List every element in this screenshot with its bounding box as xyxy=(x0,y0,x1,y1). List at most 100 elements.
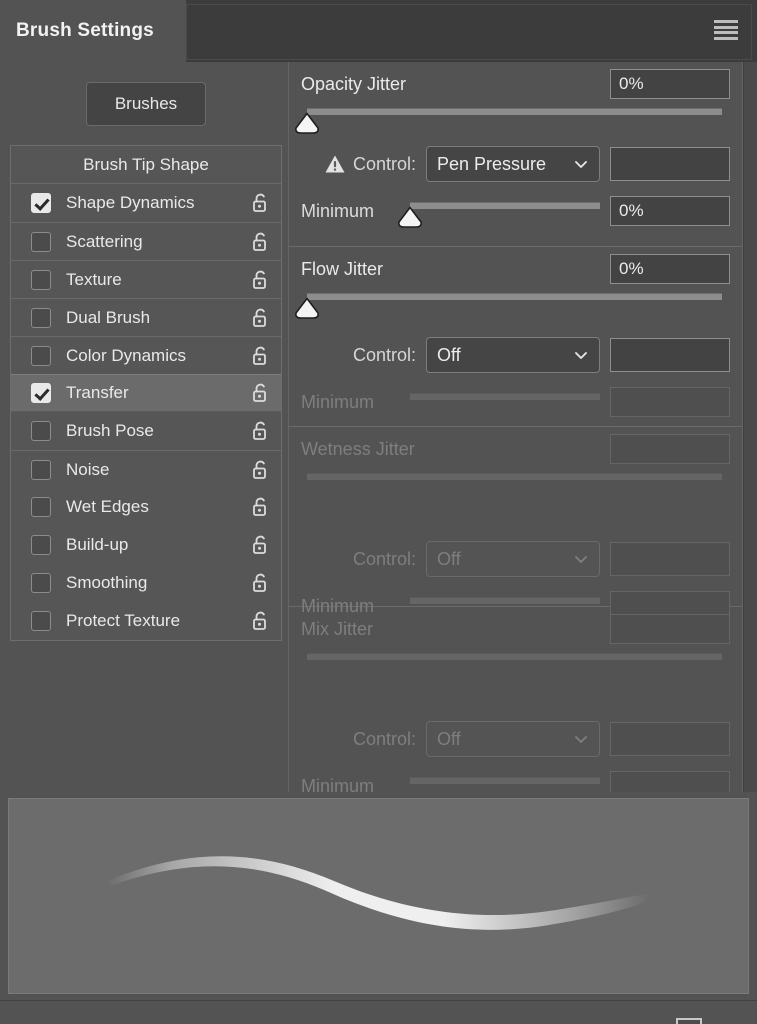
opacity-minimum-label: Minimum xyxy=(301,200,375,221)
list-item-label: Build-up xyxy=(66,535,129,554)
tab-brush-settings-label: Brush Settings xyxy=(16,20,154,41)
list-item-label: Protect Texture xyxy=(66,611,181,630)
list-item-label: Transfer xyxy=(66,383,129,402)
list-item-texture[interactable]: Texture xyxy=(11,260,281,298)
list-item-noise[interactable]: Noise xyxy=(11,450,281,488)
opacity-minimum-field[interactable]: 0% xyxy=(610,196,730,226)
checkbox-build-up[interactable] xyxy=(31,535,51,555)
flow-control-dropdown[interactable]: Off xyxy=(426,337,600,373)
unlock-icon[interactable] xyxy=(251,269,271,291)
unlock-icon[interactable] xyxy=(251,345,271,367)
checkbox-dual-brush[interactable] xyxy=(31,307,51,328)
unlock-icon[interactable] xyxy=(251,534,271,556)
panel-footer xyxy=(0,1000,757,1024)
checkbox-color-dynamics[interactable] xyxy=(31,345,51,366)
unlock-icon[interactable] xyxy=(251,382,271,404)
unlock-icon[interactable] xyxy=(251,459,271,481)
warning-triangle-icon xyxy=(324,154,346,174)
list-item-build-up[interactable]: Build-up xyxy=(11,526,281,564)
opacity-title-row: Opacity Jitter 0% xyxy=(301,62,730,106)
hamburger-line xyxy=(714,36,738,40)
opacity-control-value: Pen Pressure xyxy=(437,153,547,174)
section-mix-jitter: Mix Jitter Control: Off Minimum xyxy=(289,607,742,801)
checkbox-texture[interactable] xyxy=(31,269,51,290)
list-item-label: Texture xyxy=(66,269,122,289)
checkbox-transfer[interactable] xyxy=(31,383,51,403)
unlock-icon[interactable] xyxy=(251,231,271,253)
list-item-label: Brush Pose xyxy=(66,421,154,440)
brushes-button[interactable]: Brushes xyxy=(86,82,206,126)
flow-minimum-field[interactable] xyxy=(610,387,730,417)
mix-jitter-value-field[interactable] xyxy=(610,614,730,644)
flow-minimum-track[interactable] xyxy=(410,393,601,400)
wetness-minimum-track[interactable] xyxy=(410,597,601,604)
checkbox-smoothing[interactable] xyxy=(31,573,51,593)
unlock-icon[interactable] xyxy=(251,307,271,329)
mix-minimum-track[interactable] xyxy=(410,777,601,784)
list-item-label: Scattering xyxy=(66,231,143,251)
list-item-label: Wet Edges xyxy=(66,497,149,516)
opacity-control-dropdown[interactable]: Pen Pressure xyxy=(426,146,600,182)
opacity-minimum-track[interactable] xyxy=(410,202,601,209)
list-item-transfer[interactable]: Transfer xyxy=(11,374,281,412)
flow-slider-track[interactable] xyxy=(307,293,722,300)
mix-slider-track[interactable] xyxy=(307,653,722,660)
wetness-jitter-value-field[interactable] xyxy=(610,434,730,464)
opacity-minimum-row: Minimum 0% xyxy=(301,188,730,234)
wetness-control-value-field[interactable] xyxy=(610,542,730,576)
list-item-label: Noise xyxy=(66,459,110,479)
mix-control-dropdown[interactable]: Off xyxy=(426,721,600,757)
list-item-dual-brush[interactable]: Dual Brush xyxy=(11,298,281,336)
flow-title-row: Flow Jitter 0% xyxy=(301,247,730,291)
hamburger-menu-icon[interactable] xyxy=(714,20,738,40)
unlock-icon[interactable] xyxy=(251,572,271,594)
unlock-icon[interactable] xyxy=(251,610,271,632)
flow-jitter-slider[interactable] xyxy=(295,293,728,319)
checkbox-wet-edges[interactable] xyxy=(31,497,51,517)
checkbox-noise[interactable] xyxy=(31,459,51,480)
mix-control-value-field[interactable] xyxy=(610,722,730,756)
wetness-jitter-label: Wetness Jitter xyxy=(301,438,415,459)
opacity-slider-track[interactable] xyxy=(307,108,722,115)
section-flow-jitter: Flow Jitter 0% Control: Off Minimum xyxy=(289,247,742,427)
list-item-shape-dynamics[interactable]: Shape Dynamics xyxy=(11,184,281,222)
checkbox-scattering[interactable] xyxy=(31,231,51,252)
mix-title-row: Mix Jitter xyxy=(301,607,730,651)
opacity-jitter-value-field[interactable]: 0% xyxy=(610,69,730,99)
unlock-icon[interactable] xyxy=(251,420,271,442)
new-brush-icon[interactable] xyxy=(676,1018,702,1024)
hamburger-line xyxy=(714,25,738,29)
list-item-brush-pose[interactable]: Brush Pose xyxy=(11,412,281,450)
flow-control-value: Off xyxy=(437,344,461,365)
mix-jitter-slider[interactable] xyxy=(307,653,728,671)
unlock-icon[interactable] xyxy=(251,192,271,214)
brush-stroke-preview xyxy=(8,798,749,994)
list-item-brush-tip-shape[interactable]: Brush Tip Shape xyxy=(11,146,281,184)
flow-jitter-value-field[interactable]: 0% xyxy=(610,254,730,284)
checkbox-protect-texture[interactable] xyxy=(31,611,51,631)
titlebar-empty-area xyxy=(186,4,752,60)
wetness-control-dropdown[interactable]: Off xyxy=(426,541,600,577)
wetness-jitter-slider[interactable] xyxy=(307,473,728,491)
list-item-protect-texture[interactable]: Protect Texture xyxy=(11,602,281,640)
mix-control-value: Off xyxy=(437,728,461,749)
wetness-title-row: Wetness Jitter xyxy=(301,427,730,471)
list-item-color-dynamics[interactable]: Color Dynamics xyxy=(11,336,281,374)
list-item-scattering[interactable]: Scattering xyxy=(11,222,281,260)
list-item-wet-edges[interactable]: Wet Edges xyxy=(11,488,281,526)
flow-control-row: Control: Off xyxy=(301,331,730,379)
panel-scrollbar[interactable] xyxy=(743,62,757,792)
opacity-minimum-slider[interactable] xyxy=(398,202,608,228)
flow-control-value-field[interactable] xyxy=(610,338,730,372)
list-item-smoothing[interactable]: Smoothing xyxy=(11,564,281,602)
opacity-control-value-field[interactable] xyxy=(610,147,730,181)
flow-control-label: Control: xyxy=(352,344,416,365)
tab-brush-settings[interactable]: Brush Settings xyxy=(0,0,186,62)
opacity-jitter-slider[interactable] xyxy=(295,108,728,134)
wetness-slider-track[interactable] xyxy=(307,473,722,480)
checkbox-shape-dynamics[interactable] xyxy=(31,193,51,213)
flow-minimum-slider[interactable] xyxy=(410,393,608,411)
flow-minimum-label: Minimum xyxy=(301,391,375,412)
checkbox-brush-pose[interactable] xyxy=(31,421,51,441)
unlock-icon[interactable] xyxy=(251,496,271,518)
